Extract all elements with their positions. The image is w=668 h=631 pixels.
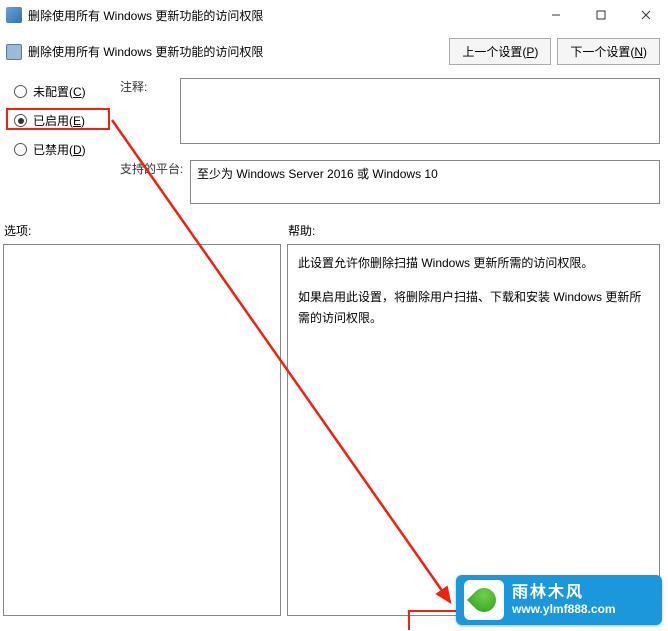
app-icon <box>6 7 22 23</box>
maximize-icon <box>596 10 606 20</box>
lower-labels: 选项: 帮助: <box>4 222 660 239</box>
radio-enabled[interactable]: 已启用(E) <box>14 112 120 129</box>
prev-label: 上一个设置(P) <box>462 45 538 59</box>
window-controls <box>533 0 668 30</box>
header-row: 删除使用所有 Windows 更新功能的访问权限 上一个设置(P) 下一个设置(… <box>0 30 668 73</box>
previous-setting-button[interactable]: 上一个设置(P) <box>449 38 551 65</box>
radio-not-configured[interactable]: 未配置(C) <box>14 83 120 100</box>
comment-label: 注释: <box>120 78 180 144</box>
window-title: 删除使用所有 Windows 更新功能的访问权限 <box>28 7 533 24</box>
radio-enabled-label: 已启用(E) <box>33 112 85 129</box>
policy-title: 删除使用所有 Windows 更新功能的访问权限 <box>28 43 443 60</box>
policy-icon <box>6 44 22 60</box>
help-paragraph-1: 此设置允许你删除扫描 Windows 更新所需的访问权限。 <box>298 253 649 275</box>
radio-icon <box>14 85 27 98</box>
close-button[interactable] <box>623 0 668 30</box>
watermark-badge: 雨林木风 www.ylmf888.com <box>456 575 662 625</box>
options-label: 选项: <box>4 222 288 239</box>
next-label: 下一个设置(N) <box>570 45 647 59</box>
supported-text: 至少为 Windows Server 2016 或 Windows 10 <box>190 160 660 204</box>
supported-label: 支持的平台: <box>120 160 190 204</box>
leaf-icon <box>467 583 501 617</box>
watermark-text: 雨林木风 www.ylmf888.com <box>512 583 616 617</box>
radio-not-configured-label: 未配置(C) <box>33 83 86 100</box>
supported-row: 支持的平台: 至少为 Windows Server 2016 或 Windows… <box>120 160 660 204</box>
radio-disabled-label: 已禁用(D) <box>33 141 86 158</box>
close-icon <box>641 10 651 20</box>
radio-disabled[interactable]: 已禁用(D) <box>14 141 120 158</box>
watermark-brand: 雨林木风 <box>512 583 616 602</box>
next-setting-button[interactable]: 下一个设置(N) <box>557 38 660 65</box>
maximize-button[interactable] <box>578 0 623 30</box>
watermark-url: www.ylmf888.com <box>512 602 616 616</box>
minimize-icon <box>551 10 561 20</box>
help-paragraph-2: 如果启用此设置，将删除用户扫描、下载和安装 Windows 更新所需的访问权限。 <box>298 287 649 330</box>
radio-icon <box>14 114 27 127</box>
lower-panels: 此设置允许你删除扫描 Windows 更新所需的访问权限。 如果启用此设置，将删… <box>3 244 660 616</box>
comment-textarea[interactable] <box>180 78 660 144</box>
state-radios: 未配置(C) 已启用(E) 已禁用(D) <box>0 73 120 158</box>
help-panel: 此设置允许你删除扫描 Windows 更新所需的访问权限。 如果启用此设置，将删… <box>287 244 660 616</box>
comment-row: 注释: <box>120 78 660 144</box>
options-panel <box>3 244 281 616</box>
watermark-logo <box>464 580 504 620</box>
help-label: 帮助: <box>288 222 660 239</box>
minimize-button[interactable] <box>533 0 578 30</box>
form-area: 注释: 支持的平台: 至少为 Windows Server 2016 或 Win… <box>120 78 660 210</box>
titlebar: 删除使用所有 Windows 更新功能的访问权限 <box>0 0 668 30</box>
radio-icon <box>14 143 27 156</box>
